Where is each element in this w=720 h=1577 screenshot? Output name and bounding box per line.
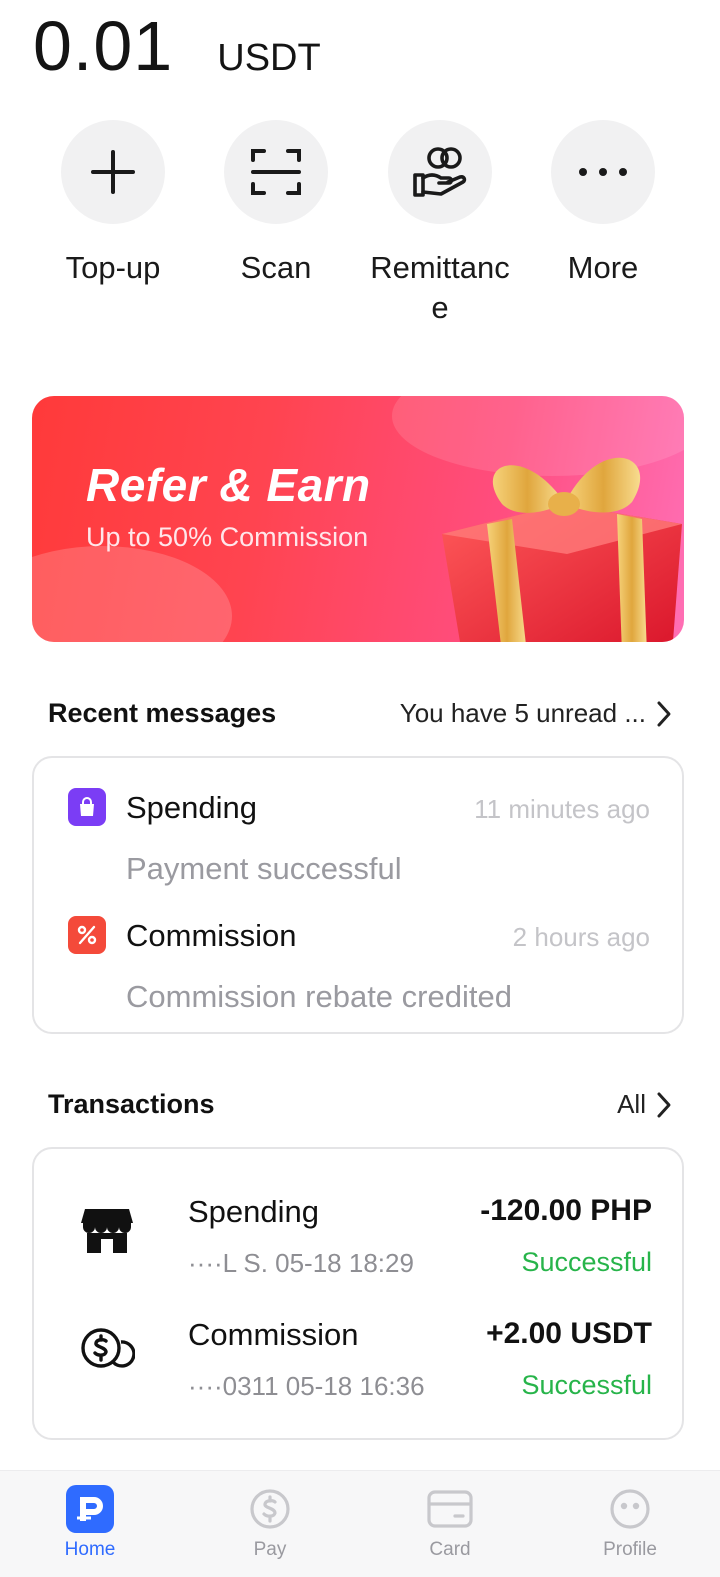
transaction-meta: ····L S. 05-18 18:29 xyxy=(188,1248,414,1278)
tab-card[interactable]: Card xyxy=(360,1471,540,1577)
messages-card: Spending 11 minutes ago Payment successf… xyxy=(32,756,684,1034)
transaction-name: Commission xyxy=(188,1317,359,1352)
recent-messages-header: Recent messages You have 5 unread ... xyxy=(48,698,672,729)
message-desc: Payment successful xyxy=(126,851,402,886)
banner-title: Refer & Earn xyxy=(86,459,371,511)
unread-messages-label: You have 5 unread ... xyxy=(399,698,646,728)
all-transactions-label: All xyxy=(617,1089,646,1119)
home-icon xyxy=(66,1485,114,1533)
topup-label: Top-up xyxy=(65,250,161,285)
more-label: More xyxy=(567,250,639,285)
chevron-right-icon xyxy=(657,701,671,726)
gift-box-icon xyxy=(442,457,682,642)
transactions-card: Spending ····L S. 05-18 18:29 -120.00 PH… xyxy=(32,1147,684,1440)
coin-icon xyxy=(78,1325,136,1383)
remittance-icon xyxy=(388,120,492,224)
message-name: Commission xyxy=(126,918,297,953)
pay-icon xyxy=(246,1485,294,1533)
message-desc: Commission rebate credited xyxy=(126,979,512,1014)
transaction-amount: -120.00 PHP xyxy=(480,1194,652,1227)
all-transactions-link[interactable]: All xyxy=(617,1089,672,1120)
chevron-right-icon xyxy=(657,1092,671,1117)
tab-home[interactable]: Home xyxy=(0,1471,180,1577)
store-icon xyxy=(78,1202,136,1260)
tab-label: Card xyxy=(429,1539,471,1560)
balance-currency: USDT xyxy=(217,37,321,79)
card-icon xyxy=(426,1485,474,1533)
scan-button[interactable]: Scan xyxy=(196,120,356,288)
balance-display: 0.01 USDT xyxy=(33,6,321,86)
scan-icon xyxy=(224,120,328,224)
message-time: 11 minutes ago xyxy=(474,794,650,824)
transaction-meta: ····0311 05-18 16:36 xyxy=(188,1371,425,1401)
bottom-tab-bar: Home Pay Card Profile xyxy=(0,1470,720,1577)
tab-pay[interactable]: Pay xyxy=(180,1471,360,1577)
profile-icon xyxy=(606,1485,654,1533)
transactions-title: Transactions xyxy=(48,1089,215,1119)
tab-profile[interactable]: Profile xyxy=(540,1471,720,1577)
more-icon xyxy=(551,120,655,224)
remittance-label: Remittance xyxy=(370,250,510,325)
percent-icon xyxy=(68,916,106,954)
transaction-status: Successful xyxy=(521,1370,652,1400)
message-name: Spending xyxy=(126,790,258,825)
transaction-amount: +2.00 USDT xyxy=(486,1317,652,1350)
transactions-header: Transactions All xyxy=(48,1089,672,1120)
more-button[interactable]: More xyxy=(523,120,683,288)
balance-amount: 0.01 xyxy=(33,7,174,85)
transaction-status: Successful xyxy=(521,1247,652,1277)
tab-label: Profile xyxy=(603,1539,657,1560)
remittance-button[interactable]: Remittance xyxy=(360,120,520,328)
scan-label: Scan xyxy=(240,250,312,285)
recent-messages-title: Recent messages xyxy=(48,698,277,728)
plus-icon xyxy=(61,120,165,224)
unread-messages-link[interactable]: You have 5 unread ... xyxy=(400,698,672,729)
refer-earn-banner[interactable]: Refer & Earn Up to 50% Commission xyxy=(32,396,684,642)
message-time: 2 hours ago xyxy=(512,922,650,952)
tab-label: Pay xyxy=(253,1539,287,1560)
transaction-name: Spending xyxy=(188,1194,320,1229)
banner-subtitle: Up to 50% Commission xyxy=(86,522,369,552)
shopping-bag-icon xyxy=(68,788,106,826)
topup-button[interactable]: Top-up xyxy=(33,120,193,288)
tab-label: Home xyxy=(64,1539,116,1560)
